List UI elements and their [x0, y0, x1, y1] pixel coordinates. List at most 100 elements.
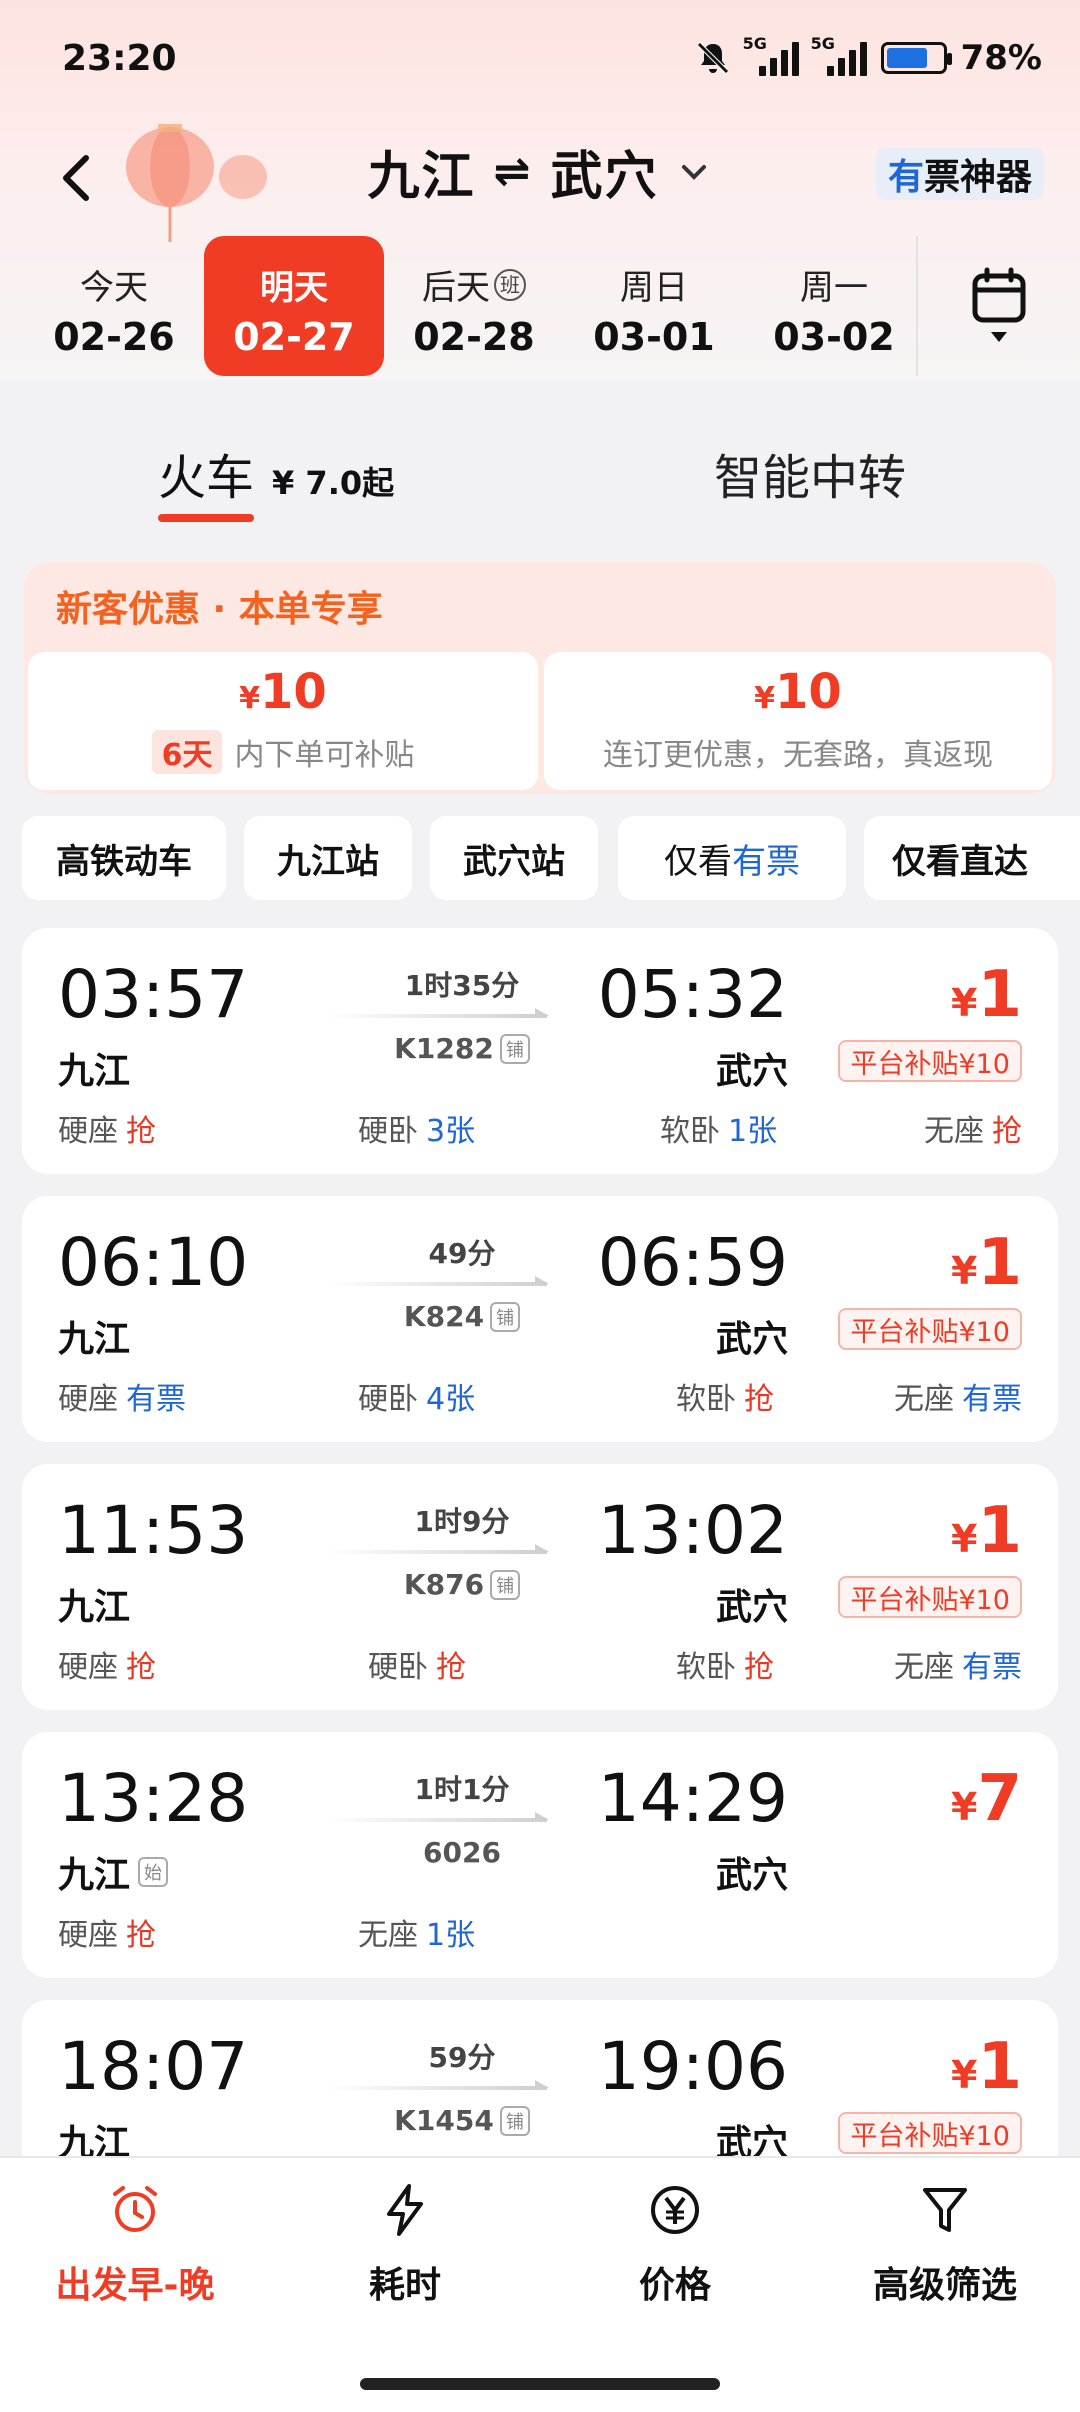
date-day: 后天: [422, 268, 490, 308]
calendar-button[interactable]: [916, 236, 1080, 376]
price-currency: ¥: [951, 981, 978, 1025]
promo-banner: 新客优惠 · 本单专享 ¥10 6天 内下单可补贴 ¥10 连订更优惠，无套路，真…: [24, 562, 1056, 794]
workday-badge: 班: [494, 268, 526, 301]
seat-availability: 抢: [744, 1382, 774, 1417]
subsidy-badge: 平台补贴¥10: [838, 2112, 1022, 2154]
berth-tag: 铺: [499, 2105, 530, 2136]
filter-high-speed[interactable]: 高铁动车: [22, 816, 226, 900]
coupon-card[interactable]: ¥10 6天 内下单可补贴: [28, 652, 538, 790]
sort-price-button[interactable]: 价格: [540, 2182, 810, 2308]
tab-smart-transfer[interactable]: 智能中转: [714, 438, 906, 508]
filter-jiujiang-station[interactable]: 九江站: [244, 816, 412, 900]
filter-available-prefix: 仅看: [664, 841, 732, 882]
seat-hard-seat: 硬座 有票: [58, 1374, 186, 1418]
date-tab-tomorrow[interactable]: 明天 02-27: [204, 236, 384, 376]
status-bar: 23:20 5G 5G 78%: [0, 0, 1080, 120]
signal-icon: 5G: [743, 34, 799, 76]
date-selector: 今天 02-26 明天 02-27 后天班 02-28 周日 03-01 周一 …: [0, 236, 1080, 376]
seat-name: 硬座: [58, 1918, 118, 1953]
from-station: 九江: [58, 1587, 131, 1628]
seat-name: 硬座: [58, 1114, 118, 1149]
train-card[interactable]: 18:07 59分 K1454 铺 19:06 ¥1 九江 武穴 平台补贴¥10: [22, 2000, 1058, 2180]
train-number: 6026: [423, 1836, 501, 1869]
filter-available-only[interactable]: 仅看 有票: [618, 816, 846, 900]
seat-name: 软卧: [676, 1382, 736, 1417]
seat-availability: 抢: [436, 1650, 466, 1685]
coupon-desc: 连订更优惠，无套路，真返现: [603, 738, 993, 773]
swap-icon[interactable]: ⇌: [494, 146, 533, 197]
tab-train[interactable]: 火车 ¥ 7.0起: [158, 438, 395, 522]
seat-availability: 有票: [962, 1650, 1022, 1685]
seat-name: 硬座: [58, 1382, 118, 1417]
coupon-card-2[interactable]: ¥10 连订更优惠，无套路，真返现: [544, 652, 1052, 790]
seat-availability: 抢: [126, 1918, 156, 1953]
train-card[interactable]: 13:28 1时1分 6026 14:29 ¥7 九江始 武穴 硬座抢 无座 1张: [22, 1732, 1058, 1978]
ticket-helper-button[interactable]: 有票神器: [875, 148, 1044, 200]
from-station: 九江: [58, 1319, 131, 1360]
tab-train-price: ¥ 7.0起: [272, 464, 395, 502]
route-arrow: [327, 1544, 549, 1554]
berth-tag: 铺: [490, 1301, 521, 1332]
train-card[interactable]: 03:57 1时35分 K1282 铺 05:32 ¥1 九江 武穴 平台补贴¥1…: [22, 928, 1058, 1174]
advanced-filter-button[interactable]: 高级筛选: [810, 2182, 1080, 2308]
departure-time: 13:28: [58, 1760, 249, 1837]
seat-availability: 有票: [962, 1382, 1022, 1417]
network-label-2: 5G: [810, 34, 835, 53]
route-arrow: [327, 1276, 549, 1286]
arrival-time: 19:06: [597, 2028, 788, 2105]
sort-departure-button[interactable]: 出发早-晚: [0, 2182, 270, 2308]
to-station: 武穴: [715, 1855, 788, 1896]
filter-direct-only[interactable]: 仅看直达: [864, 816, 1080, 900]
sort-duration-label: 耗时: [368, 2265, 441, 2306]
train-card[interactable]: 11:53 1时9分 K876 铺 13:02 ¥1 九江 武穴 平台补贴¥10 …: [22, 1464, 1058, 1710]
tab-train-label: 火车: [158, 438, 255, 522]
train-card[interactable]: 06:10 49分 K824 铺 06:59 ¥1 九江 武穴 平台补贴¥10 硬…: [22, 1196, 1058, 1442]
price-currency: ¥: [951, 1249, 978, 1293]
from-city: 九江: [367, 147, 476, 207]
price: 1: [977, 1494, 1022, 1568]
seat-soft-sleeper: 软卧抢: [676, 1642, 774, 1686]
coupon-currency: ¥: [239, 681, 261, 716]
seat-name: 无座: [894, 1382, 954, 1417]
date-day: 周日: [620, 268, 688, 308]
coupon-amount: 10: [775, 664, 842, 720]
date-day: 今天: [80, 268, 148, 308]
date-tab-today[interactable]: 今天 02-26: [24, 236, 204, 376]
subsidy-badge: 平台补贴¥10: [838, 1576, 1022, 1618]
battery-percent: 78%: [960, 38, 1042, 78]
date-tab-monday[interactable]: 周一 03-02: [744, 236, 924, 376]
train-number: K824: [403, 1300, 485, 1333]
date-tab-sunday[interactable]: 周日 03-01: [564, 236, 744, 376]
seat-availability: 有票: [126, 1382, 186, 1417]
sort-duration-button[interactable]: 耗时: [270, 2182, 540, 2308]
duration: 1时1分: [414, 1773, 510, 1806]
subsidy-badge: 平台补贴¥10: [838, 1308, 1022, 1350]
date-value: 03-01: [593, 315, 715, 359]
sort-departure-label: 出发早-晚: [55, 2265, 215, 2306]
network-label: 5G: [742, 34, 767, 53]
train-number: K876: [403, 1568, 485, 1601]
filter-chips: 高铁动车 九江站 武穴站 仅看 有票 仅看直达: [22, 816, 1080, 906]
arrival-time: 14:29: [597, 1760, 788, 1837]
seat-standing: 无座 有票: [894, 1374, 1022, 1418]
signal-icon-2: 5G: [811, 34, 867, 76]
seat-name: 硬座: [58, 1650, 118, 1685]
seat-name: 无座: [924, 1114, 984, 1149]
seat-name: 硬卧: [368, 1650, 428, 1685]
duration: 1时9分: [414, 1505, 510, 1538]
seat-availability: 1张: [728, 1114, 778, 1149]
route-arrow: [327, 2080, 549, 2090]
home-indicator[interactable]: [360, 2378, 720, 2390]
coupon-desc: 内下单可补贴: [234, 738, 415, 773]
departure-time: 18:07: [58, 2028, 249, 2105]
date-tab-day-after[interactable]: 后天班 02-28: [384, 236, 564, 376]
ticket-helper-prefix: 有: [887, 157, 924, 198]
seat-name: 无座: [358, 1918, 418, 1953]
promo-title: 新客优惠 · 本单专享: [56, 589, 383, 630]
seat-name: 硬卧: [358, 1114, 418, 1149]
seat-name: 无座: [894, 1650, 954, 1685]
filter-wuxue-station[interactable]: 武穴站: [430, 816, 598, 900]
coupon-amount: 10: [260, 664, 327, 720]
seat-standing: 无座抢: [924, 1106, 1022, 1150]
to-station: 武穴: [715, 1587, 788, 1628]
